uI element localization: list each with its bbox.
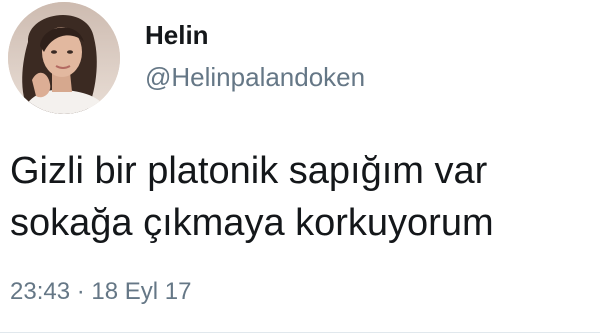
tweet-card: Helin @Helinpalandoken Gizli bir platoni…: [0, 0, 600, 336]
divider: [0, 332, 600, 333]
tweet-text-line: Gizli bir platonik sapığım var: [10, 150, 488, 192]
tweet-timestamp[interactable]: 23:43 · 18 Eyl 17: [10, 278, 191, 306]
tweet-text: Gizli bir platonik sapığım var sokağa çı…: [10, 145, 595, 249]
display-name[interactable]: Helin: [145, 20, 209, 51]
user-handle[interactable]: @Helinpalandoken: [145, 62, 365, 93]
profile-photo-icon: [8, 2, 120, 114]
timestamp-separator: ·: [76, 278, 85, 305]
tweet-text-line: sokağa çıkmaya korkuyorum: [10, 202, 494, 244]
avatar[interactable]: [8, 2, 120, 114]
tweet-date: 18 Eyl 17: [91, 278, 192, 305]
tweet-time: 23:43: [10, 278, 71, 305]
